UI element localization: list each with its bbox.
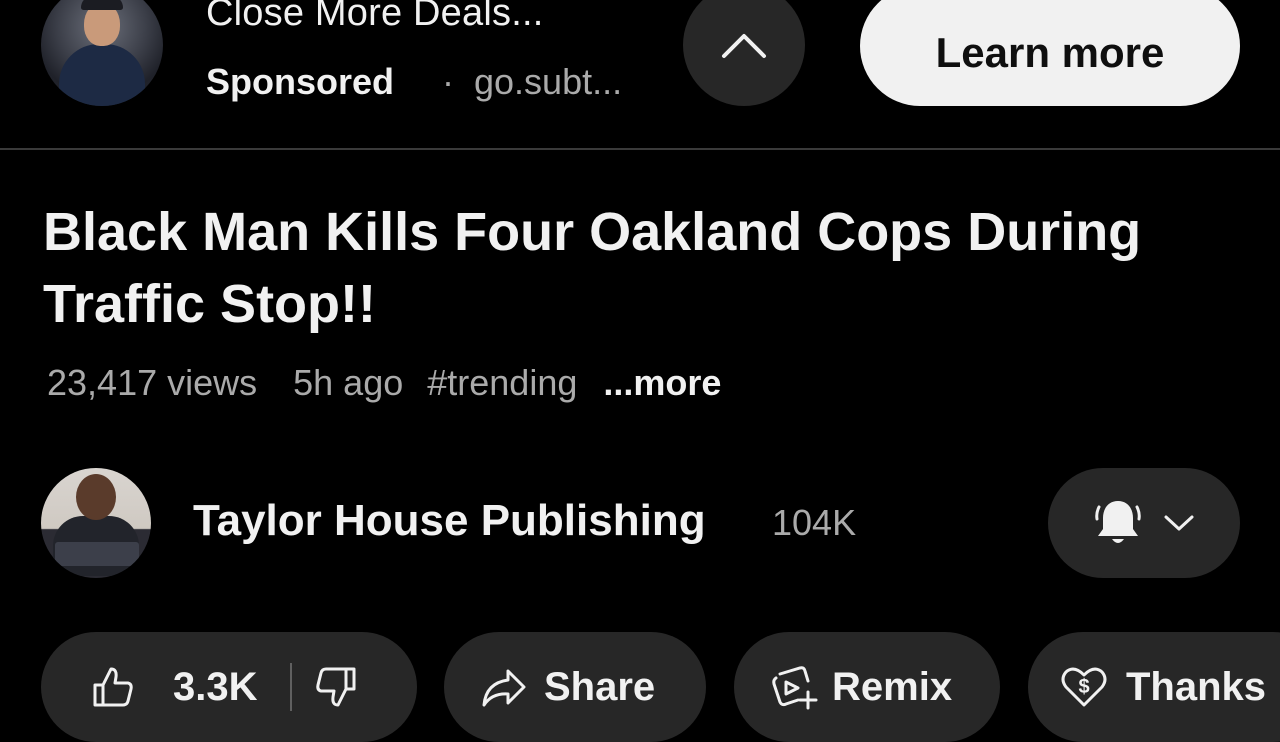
chevron-down-icon	[1164, 515, 1194, 531]
more-description-link[interactable]: ...more	[603, 362, 721, 404]
ad-title[interactable]: Close More Deals...	[206, 0, 543, 35]
heart-dollar-icon: $	[1061, 667, 1107, 707]
like-separator	[289, 663, 292, 711]
learn-more-button[interactable]: Learn more	[860, 0, 1240, 106]
ad-domain[interactable]: go.subt...	[474, 61, 622, 103]
thumbs-down-icon	[315, 667, 355, 707]
chevron-up-icon	[722, 34, 766, 58]
share-button[interactable]: Share	[444, 632, 706, 742]
video-metadata[interactable]: 23,417 views 5h ago #trending ...more	[47, 362, 721, 404]
share-arrow-icon	[482, 669, 526, 707]
hashtag-link[interactable]: #trending	[427, 362, 577, 404]
svg-text:$: $	[1078, 676, 1089, 698]
remix-button[interactable]: Remix	[734, 632, 1000, 742]
dislike-button[interactable]	[314, 665, 358, 709]
remix-icon	[772, 666, 818, 710]
channel-name[interactable]: Taylor House Publishing	[193, 496, 706, 546]
thanks-label: Thanks	[1126, 664, 1267, 709]
collapse-ad-button[interactable]	[683, 0, 805, 106]
like-button[interactable]: 3.3K	[91, 665, 258, 710]
thumbs-up-icon	[93, 667, 133, 707]
share-label: Share	[544, 664, 656, 709]
view-count: 23,417 views	[47, 362, 258, 403]
remix-label: Remix	[832, 664, 953, 709]
ad-sponsored-label: Sponsored	[206, 61, 395, 102]
like-count: 3.3K	[173, 664, 258, 709]
ad-advertiser-avatar[interactable]	[41, 0, 163, 106]
video-title[interactable]: Black Man Kills Four Oakland Cops During…	[43, 196, 1163, 340]
like-dislike-group: 3.3K	[41, 632, 417, 742]
thanks-button[interactable]: $ Thanks	[1028, 632, 1280, 742]
upload-time: 5h ago	[293, 362, 404, 403]
channel-avatar[interactable]	[41, 468, 151, 578]
ad-separator: ·	[442, 61, 454, 102]
notifications-button[interactable]	[1048, 468, 1240, 578]
subscriber-count: 104K	[772, 502, 857, 543]
bell-icon	[1095, 501, 1141, 543]
divider	[0, 148, 1280, 150]
